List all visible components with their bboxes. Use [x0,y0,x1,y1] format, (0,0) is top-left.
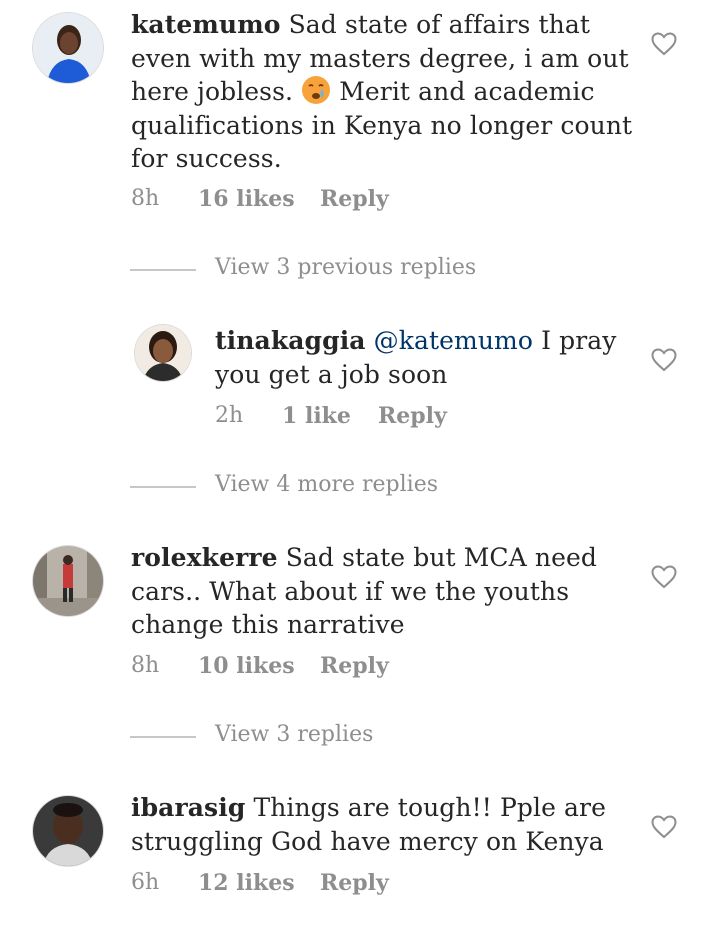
reply-meta: 2h 1 like Reply [215,403,515,433]
comment-likes[interactable]: 12 likes [198,870,295,896]
reply-likes[interactable]: 1 like [282,403,351,429]
comment-time: 6h [131,870,160,895]
avatar-katemumo[interactable] [33,13,103,83]
divider-line [130,736,196,738]
view-more-replies-link[interactable]: View 4 more replies [130,472,450,502]
view-replies-link[interactable]: View 3 replies [130,722,410,752]
view-more-replies-label: View 4 more replies [215,472,439,497]
avatar-katemumo-image [33,13,103,83]
comment-text: rolexkerre Sad state but MCA need cars..… [131,541,601,642]
avatar-rolexkerre-image [33,546,103,616]
view-replies-label: View 3 replies [215,722,374,747]
avatar-tinakaggia-image [135,325,191,381]
avatar-ibarasig-image [33,796,103,866]
reply-time: 2h [215,403,244,428]
comment-text: ibarasig Things are tough!! Pple are str… [131,791,621,858]
comment-time: 8h [131,653,160,678]
comment-meta: 8h 16 likes Reply [131,186,431,216]
comment-meta: 8h 10 likes Reply [131,653,431,683]
heart-outline-icon[interactable] [651,565,677,589]
comment-meta: 6h 12 likes Reply [131,870,431,900]
avatar-ibarasig[interactable] [33,796,103,866]
avatar-rolexkerre[interactable] [33,546,103,616]
avatar-tinakaggia[interactable] [135,325,191,381]
reply-button[interactable]: Reply [320,186,389,212]
divider-line [130,486,196,488]
comment-text: katemumo Sad state of affairs that even … [131,8,641,176]
comment-time: 8h [131,186,160,211]
reply-button[interactable]: Reply [378,403,447,429]
heart-outline-icon[interactable] [651,32,677,56]
reply-button[interactable]: Reply [320,870,389,896]
reply-button[interactable]: Reply [320,653,389,679]
heart-outline-icon[interactable] [651,815,677,839]
comment-username[interactable]: rolexkerre [131,543,278,572]
comment-username[interactable]: ibarasig [131,793,245,822]
comment-username[interactable]: katemumo [131,10,281,39]
reply-text: tinakaggia @katemumo I pray you get a jo… [215,324,635,391]
comment-likes[interactable]: 16 likes [198,186,295,212]
view-previous-replies-label: View 3 previous replies [215,255,477,280]
comment-likes[interactable]: 10 likes [198,653,295,679]
reply-username[interactable]: tinakaggia [215,326,366,355]
divider-line [130,269,196,271]
heart-outline-icon[interactable] [651,348,677,372]
reply-mention[interactable]: @katemumo [374,326,533,355]
crying-face-emoji-icon [301,75,331,105]
view-previous-replies-link[interactable]: View 3 previous replies [130,255,476,285]
